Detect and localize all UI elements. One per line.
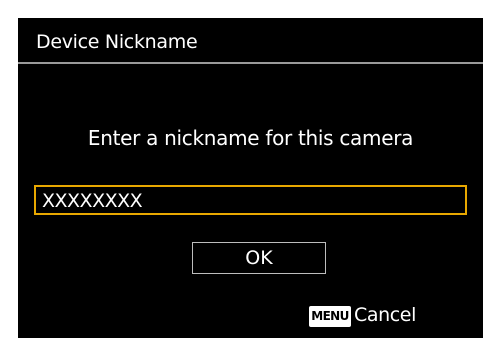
nickname-value: XXXXXXXX: [42, 190, 143, 212]
menu-button-icon: MENU: [309, 306, 351, 327]
ok-button[interactable]: OK: [192, 242, 326, 274]
title-bar: Device Nickname: [18, 18, 483, 64]
cancel-button[interactable]: MENU Cancel: [309, 303, 442, 331]
camera-screen: Device Nickname Enter a nickname for thi…: [18, 18, 483, 338]
page-title: Device Nickname: [36, 31, 198, 53]
nickname-input[interactable]: XXXXXXXX: [34, 185, 467, 215]
cancel-label: Cancel: [354, 304, 416, 326]
nickname-prompt: Enter a nickname for this camera: [87, 126, 414, 150]
